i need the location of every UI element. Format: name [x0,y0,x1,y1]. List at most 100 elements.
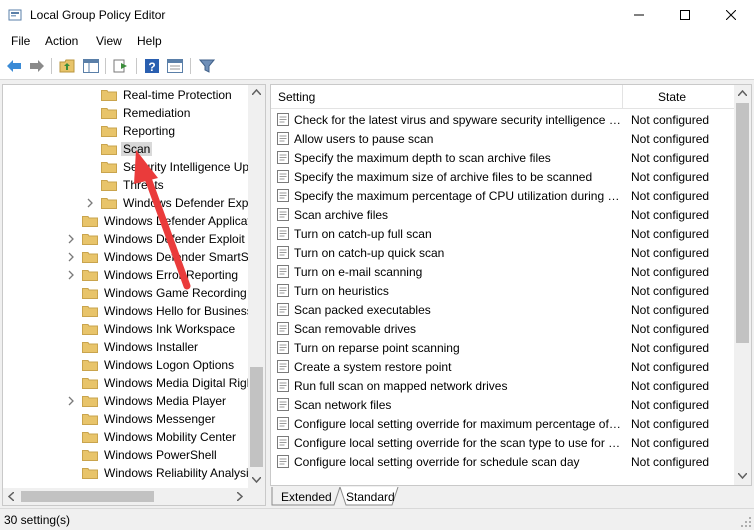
chevron-right-icon[interactable] [86,198,94,208]
tree-item-label: Windows Media Digital Righ [104,376,254,390]
tree-item-label: Windows Reliability Analysi [104,466,249,480]
policy-row[interactable]: Specify the maximum percentage of CPU ut… [271,186,734,205]
tree-item[interactable]: Windows Ink Workspace [3,320,251,338]
up-one-level-button[interactable] [58,57,76,75]
help-button[interactable]: ? [143,57,161,75]
policy-setting-icon [277,436,289,449]
tree-item[interactable]: Windows Logon Options [3,356,251,374]
policy-row[interactable]: Turn on e-mail scanning Not configured [271,262,734,281]
tree-item[interactable]: Windows Hello for Business [3,302,253,320]
tree-vertical-scroll-thumb[interactable] [250,367,263,467]
folder-up-icon [59,59,75,73]
tree-item-label: Windows Mobility Center [104,430,237,444]
console-tree[interactable]: Real-time Protection Remediation Reporting… [2,84,266,506]
policy-state: Not configured [631,341,710,355]
list-vertical-scrollbar[interactable] [734,85,751,485]
tree-item[interactable]: Windows Media Player [3,392,251,410]
tree-item[interactable]: Windows Messenger [3,410,251,428]
filter-button[interactable] [198,57,216,75]
svg-text:?: ? [148,60,155,74]
policy-row[interactable]: Specify the maximum size of archive file… [271,167,734,186]
tree-horizontal-scroll-thumb[interactable] [21,491,154,502]
menu-action[interactable]: Action [45,34,78,48]
scroll-up-icon[interactable] [738,90,747,96]
policy-row[interactable]: Scan packed executables Not configured [271,300,734,319]
policy-setting-icon [277,379,289,392]
tree-item[interactable]: Windows Reliability Analysi [3,464,251,482]
menu-help[interactable]: Help [137,34,162,48]
policy-state: Not configured [631,284,710,298]
policy-name: Run full scan on mapped network drives [294,379,508,393]
policy-row[interactable]: Turn on catch-up full scan Not configured [271,224,734,243]
policy-state: Not configured [631,227,710,241]
list-vertical-scroll-thumb[interactable] [736,103,749,343]
scroll-down-icon[interactable] [252,477,261,483]
policy-setting-icon [277,151,289,164]
tree-item[interactable]: Reporting [3,122,251,140]
tree-item[interactable]: Windows Installer [3,338,251,356]
policy-name: Scan archive files [294,208,389,222]
tab-extended[interactable]: Extended [281,487,332,506]
column-header-state[interactable]: State [658,90,686,104]
tree-item[interactable]: Threats [3,176,251,194]
tree-item[interactable]: Windows Defender SmartSc [3,248,255,266]
scroll-down-icon[interactable] [738,473,747,479]
tree-item[interactable]: Windows Mobility Center [3,428,251,446]
tree-item[interactable]: Windows Defender Applicat [3,212,251,230]
policy-row[interactable]: Scan network files Not configured [271,395,734,414]
tree-item[interactable]: Windows Error Reporting [3,266,251,284]
scroll-right-icon[interactable] [237,492,243,501]
properties-button[interactable] [166,57,184,75]
policy-row[interactable]: Turn on catch-up quick scan Not configure… [271,243,734,262]
tree-vertical-scrollbar[interactable] [248,85,265,488]
policy-row[interactable]: Configure local setting override for the… [271,433,734,452]
minimize-button[interactable] [616,0,662,30]
chevron-right-icon[interactable] [67,252,75,262]
tree-item[interactable]: Windows Defender Expl [3,194,251,212]
column-divider[interactable] [622,85,623,109]
chevron-right-icon[interactable] [67,234,75,244]
resize-grip-icon[interactable] [740,516,752,528]
tree-item[interactable]: Scan [3,140,251,158]
chevron-right-icon[interactable] [67,396,75,406]
policy-setting-icon [277,303,289,316]
tree-item[interactable]: Windows PowerShell [3,446,251,464]
policy-row[interactable]: Turn on heuristics Not configured [271,281,734,300]
tree-item[interactable]: Remediation [3,104,251,122]
menu-file[interactable]: File [11,34,30,48]
policy-row[interactable]: Configure local setting override for max… [271,414,734,433]
policy-row[interactable]: Specify the maximum depth to scan archiv… [271,148,734,167]
maximize-button[interactable] [662,0,708,30]
tree-item[interactable]: Real-time Protection [3,86,251,104]
column-header-setting[interactable]: Setting [278,90,315,104]
policy-row[interactable]: Configure local setting override for sch… [271,452,734,471]
scroll-up-icon[interactable] [252,89,261,95]
tree-item[interactable]: Security Intelligence Upd [3,158,256,176]
tree-horizontal-scrollbar[interactable] [3,488,265,505]
tree-item[interactable]: Windows Game Recording a [3,284,257,302]
menu-view[interactable]: View [96,34,122,48]
chevron-right-icon[interactable] [67,270,75,280]
tree-item[interactable]: Windows Media Digital Righ [3,374,254,392]
forward-button[interactable] [28,57,46,75]
scroll-left-icon[interactable] [8,492,14,501]
tree-item[interactable]: Windows Defender Exploit G [3,230,257,248]
policy-row[interactable]: Scan archive files Not configured [271,205,734,224]
folder-icon [101,198,117,209]
policy-row[interactable]: Create a system restore point Not configu… [271,357,734,376]
folder-icon [82,432,98,443]
policy-setting-icon [277,227,289,240]
folder-icon [101,162,117,173]
show-hide-tree-button[interactable] [82,57,100,75]
settings-list[interactable]: Setting State Check for the latest virus… [270,84,752,486]
policy-state: Not configured [631,436,710,450]
policy-row[interactable]: Scan removable drives Not configured [271,319,734,338]
back-button[interactable] [5,57,23,75]
close-button[interactable] [708,0,754,30]
policy-row[interactable]: Check for the latest virus and spyware s… [271,110,734,129]
tab-standard[interactable]: Standard [346,487,395,506]
policy-row[interactable]: Turn on reparse point scanning Not config… [271,338,734,357]
export-list-button[interactable] [112,57,130,75]
policy-row[interactable]: Allow users to pause scan Not configured [271,129,734,148]
policy-row[interactable]: Run full scan on mapped network drives No… [271,376,734,395]
